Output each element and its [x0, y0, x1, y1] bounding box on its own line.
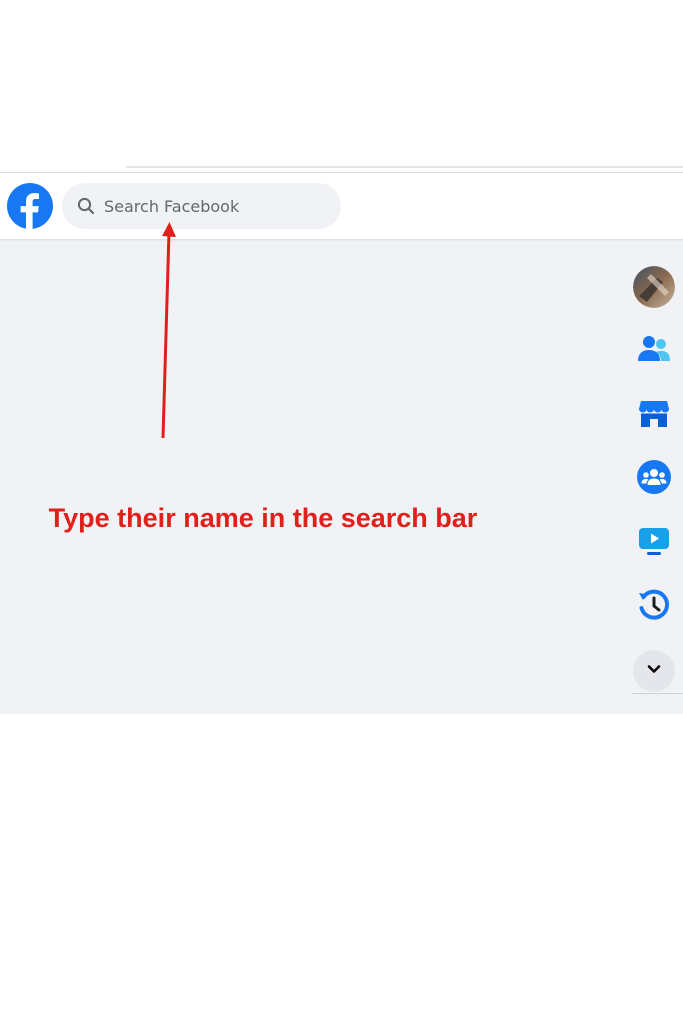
top-divider	[126, 166, 683, 168]
watch-icon	[636, 523, 672, 564]
avatar	[633, 266, 675, 308]
marketplace-icon	[636, 395, 672, 436]
profile-shortcut[interactable]	[632, 265, 676, 309]
groups-shortcut[interactable]	[632, 457, 676, 501]
search-icon	[76, 196, 96, 216]
top-navigation-bar	[0, 173, 683, 239]
friends-shortcut[interactable]	[632, 329, 676, 373]
see-more-shortcut[interactable]	[632, 649, 676, 693]
watch-shortcut[interactable]	[632, 521, 676, 565]
facebook-logo-icon[interactable]	[7, 183, 53, 229]
search-bar[interactable]	[62, 183, 341, 229]
rail-divider	[632, 693, 683, 694]
annotation-arrow	[161, 222, 176, 439]
memories-icon	[636, 587, 672, 628]
friends-icon	[636, 331, 672, 372]
facebook-screenshot	[0, 172, 683, 714]
instruction-caption: Type their name in the search bar	[48, 503, 478, 533]
groups-icon	[636, 459, 672, 500]
search-input[interactable]	[104, 196, 324, 216]
marketplace-shortcut[interactable]	[632, 393, 676, 437]
see-more-button[interactable]	[633, 650, 675, 692]
memories-shortcut[interactable]	[632, 585, 676, 629]
chevron-down-icon	[646, 661, 662, 682]
